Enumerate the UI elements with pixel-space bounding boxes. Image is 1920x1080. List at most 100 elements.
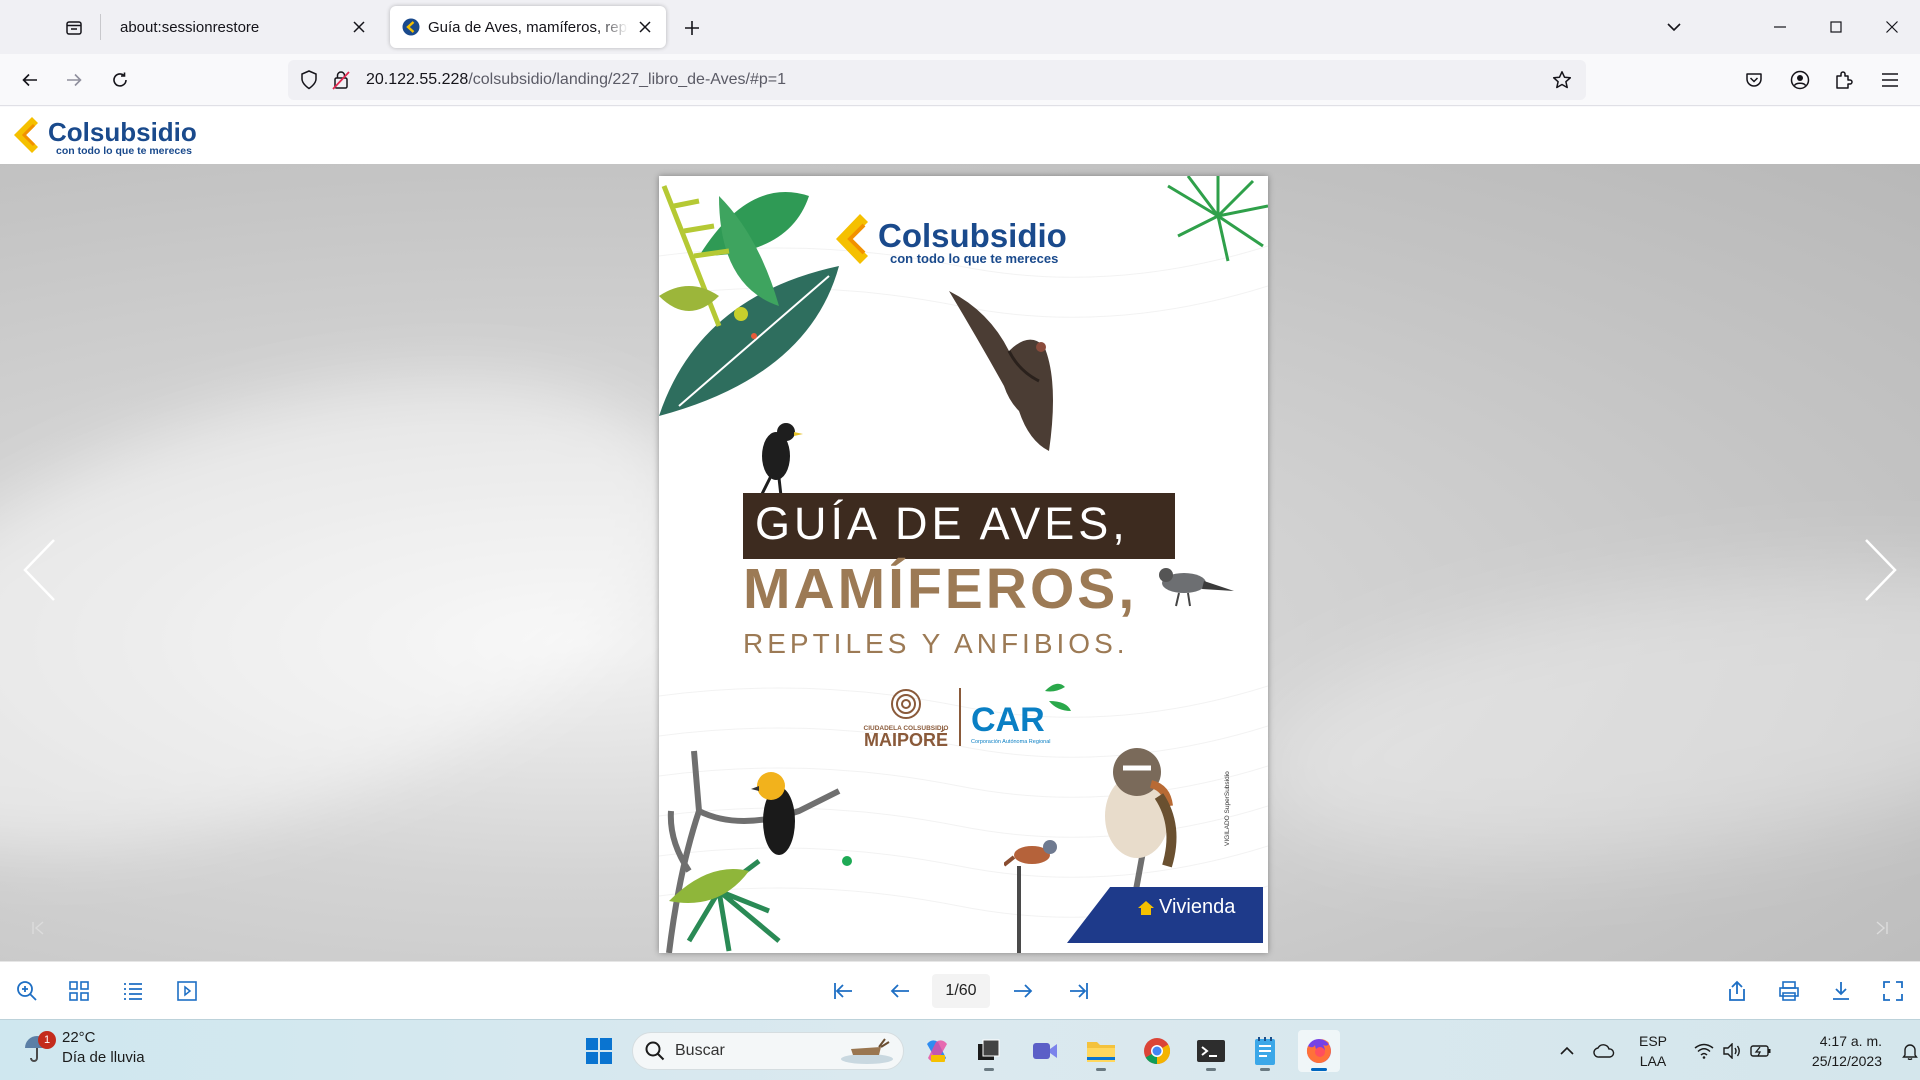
clock[interactable]: 4:17 a. m. 25/12/2023 xyxy=(1798,1031,1882,1071)
minimize-button[interactable] xyxy=(1752,0,1808,54)
bookmark-star-icon[interactable] xyxy=(1552,70,1572,90)
first-page-button[interactable] xyxy=(828,976,858,1006)
notifications-button[interactable] xyxy=(1898,1042,1920,1060)
close-window-button[interactable] xyxy=(1864,0,1920,54)
running-indicator xyxy=(1260,1068,1270,1071)
navigation-bar: 20.122.55.228/colsubsidio/landing/227_li… xyxy=(0,54,1920,106)
input-language-button[interactable]: ESP LAA xyxy=(1626,1031,1680,1071)
page-counter[interactable]: 1/60 xyxy=(932,974,990,1008)
account-button[interactable] xyxy=(1782,62,1818,98)
vivienda-label: Vivienda xyxy=(1159,896,1236,918)
extensions-button[interactable] xyxy=(1826,62,1862,98)
maximize-button[interactable] xyxy=(1808,0,1864,54)
taskbar-search[interactable]: Buscar xyxy=(632,1032,904,1070)
colsubsidio-logo[interactable]: Colsubsidio con todo lo que te mereces xyxy=(12,115,212,162)
cloud-icon xyxy=(1593,1043,1615,1058)
previous-page-arrow[interactable] xyxy=(14,530,64,610)
shield-icon[interactable] xyxy=(300,70,318,90)
new-tab-button[interactable] xyxy=(676,12,708,44)
arrow-right-icon xyxy=(1014,984,1033,998)
url-bar[interactable]: 20.122.55.228/colsubsidio/landing/227_li… xyxy=(288,60,1586,100)
logo-name: Colsubsidio xyxy=(48,117,197,147)
zoom-in-button[interactable] xyxy=(12,976,42,1006)
terminal-app[interactable] xyxy=(1190,1030,1232,1072)
black-bird-illustration xyxy=(759,423,803,496)
chevron-up-icon xyxy=(1560,1046,1574,1055)
notepad-app[interactable] xyxy=(1244,1030,1286,1072)
reload-icon xyxy=(113,72,127,87)
search-label: Buscar xyxy=(675,1042,725,1059)
house-icon xyxy=(1138,900,1154,915)
show-hidden-icons-button[interactable] xyxy=(1552,1046,1582,1056)
weather-widget[interactable]: 1 22°C Día de lluvia xyxy=(22,1028,145,1068)
first-page-icon xyxy=(32,921,44,935)
branch-and-blackbird-illustration xyxy=(666,750,852,953)
url-text[interactable]: 20.122.55.228/colsubsidio/landing/227_li… xyxy=(366,71,786,89)
vulture-illustration xyxy=(949,291,1053,451)
insecure-lock-icon[interactable] xyxy=(332,70,350,90)
folder-icon xyxy=(1087,1042,1115,1062)
onedrive-button[interactable] xyxy=(1582,1043,1626,1058)
vivienda-label-group: Vivienda xyxy=(1137,896,1235,919)
running-indicator xyxy=(1206,1068,1216,1071)
list-all-tabs-button[interactable] xyxy=(1654,12,1694,42)
wifi-icon xyxy=(1694,1043,1714,1059)
print-button[interactable] xyxy=(1774,976,1804,1006)
copilot-app[interactable] xyxy=(916,1030,958,1072)
forward-button[interactable] xyxy=(56,62,92,98)
file-explorer-app[interactable] xyxy=(1080,1030,1122,1072)
zoom-in-icon xyxy=(17,981,37,1001)
cover-logo-tagline: con todo lo que te mereces xyxy=(890,251,1058,266)
next-page-button[interactable] xyxy=(1008,976,1038,1006)
video-camera-icon xyxy=(1033,1043,1057,1059)
vigilado-text: VIGILADO SuperSubsidio xyxy=(1224,771,1231,846)
bell-icon xyxy=(1902,1043,1918,1060)
thumbnails-button[interactable] xyxy=(64,976,94,1006)
app-menu-button[interactable] xyxy=(1872,62,1908,98)
firefox-view-icon xyxy=(66,21,82,35)
download-button[interactable] xyxy=(1826,976,1856,1006)
previous-page-button[interactable] xyxy=(885,976,915,1006)
first-page-edge-button[interactable] xyxy=(26,916,50,940)
grey-bird-illustration xyxy=(1159,568,1234,607)
last-page-edge-button[interactable] xyxy=(1870,916,1894,940)
teams-meet-app[interactable] xyxy=(1024,1030,1066,1072)
book-cover-page[interactable]: Colsubsidio con todo lo que te mereces G… xyxy=(659,176,1268,953)
sparrow-illustration xyxy=(1105,748,1177,901)
share-icon xyxy=(1729,980,1745,1001)
last-page-icon xyxy=(1070,983,1088,999)
tab-guia-de-aves[interactable]: Guía de Aves, mamíferos, reptil xyxy=(390,6,666,48)
tropical-leaves-illustration xyxy=(659,185,839,416)
fullscreen-icon xyxy=(1883,981,1903,1001)
fullscreen-button[interactable] xyxy=(1878,976,1908,1006)
last-page-button[interactable] xyxy=(1064,976,1094,1006)
cover-title-line2: MAMÍFEROS, xyxy=(743,557,1138,621)
table-of-contents-button[interactable] xyxy=(118,976,148,1006)
list-icon xyxy=(124,983,142,1000)
cover-title-line3: REPTILES Y ANFIBIOS. xyxy=(743,628,1129,659)
notepad-icon xyxy=(1255,1037,1275,1065)
firefox-app[interactable] xyxy=(1298,1030,1340,1072)
chevron-left-icon xyxy=(23,539,55,601)
share-button[interactable] xyxy=(1722,976,1752,1006)
task-view-app[interactable] xyxy=(968,1030,1010,1072)
chrome-app[interactable] xyxy=(1136,1030,1178,1072)
firefox-view-button[interactable] xyxy=(56,12,92,44)
next-page-arrow[interactable] xyxy=(1856,530,1906,610)
quick-settings-button[interactable] xyxy=(1694,1042,1772,1059)
autoplay-button[interactable] xyxy=(172,976,202,1006)
pocket-button[interactable] xyxy=(1736,62,1772,98)
close-icon xyxy=(1886,21,1898,33)
language-code: ESP xyxy=(1638,1032,1667,1049)
tab-session-restore[interactable]: about:sessionrestore xyxy=(108,6,380,48)
reload-button[interactable] xyxy=(102,62,138,98)
start-button[interactable] xyxy=(578,1030,620,1072)
search-icon xyxy=(645,1041,665,1061)
cover-title-line1: GUÍA DE AVES, xyxy=(755,498,1129,549)
tab-close-button[interactable] xyxy=(348,16,370,38)
keyboard-layout: LAA xyxy=(1639,1052,1667,1069)
back-button[interactable] xyxy=(12,62,48,98)
terminal-icon xyxy=(1197,1040,1225,1062)
plus-icon xyxy=(685,21,699,35)
tab-close-button[interactable] xyxy=(634,16,656,38)
